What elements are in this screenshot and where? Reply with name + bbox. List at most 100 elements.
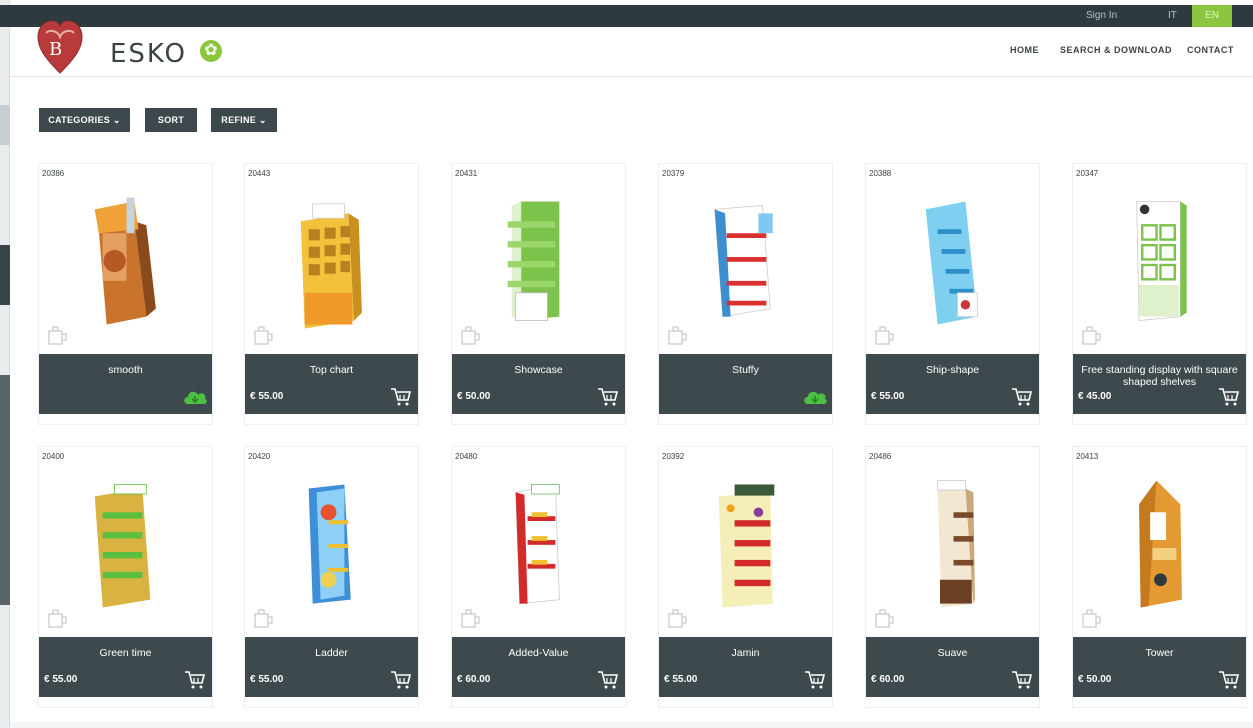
cart-icon[interactable] xyxy=(597,670,619,690)
product-image[interactable] xyxy=(886,180,1021,350)
product-title[interactable]: smooth xyxy=(47,364,204,376)
product-price: € 55.00 xyxy=(250,674,284,685)
product-price: € 50.00 xyxy=(1078,674,1112,685)
cart-icon[interactable] xyxy=(804,670,826,690)
next-row-edge xyxy=(10,722,1253,728)
compare-icon[interactable] xyxy=(253,324,275,346)
product-image[interactable] xyxy=(679,463,814,633)
svg-text:B: B xyxy=(49,39,62,60)
product-info-bar: Ladder € 55.00 xyxy=(245,637,418,697)
compare-icon[interactable] xyxy=(874,324,896,346)
cart-icon[interactable] xyxy=(390,387,412,407)
top-bar: Sign In IT EN xyxy=(0,5,1253,27)
cloud-download-icon[interactable] xyxy=(802,388,828,406)
product-image[interactable] xyxy=(265,180,400,350)
product-image[interactable] xyxy=(1093,463,1228,633)
cart-icon[interactable] xyxy=(1218,387,1240,407)
cart-icon[interactable] xyxy=(184,670,206,690)
cart-icon[interactable] xyxy=(1218,670,1240,690)
product-id: 20386 xyxy=(42,169,65,178)
product-info-bar: Ship-shape € 55.00 xyxy=(866,354,1039,414)
product-title[interactable]: Added-Value xyxy=(460,647,617,659)
cart-icon[interactable] xyxy=(1011,670,1033,690)
compare-icon[interactable] xyxy=(1081,607,1103,629)
cart-icon[interactable] xyxy=(597,387,619,407)
product-card[interactable]: 20386 smooth xyxy=(38,163,213,425)
compare-icon[interactable] xyxy=(1081,324,1103,346)
product-image[interactable] xyxy=(59,463,194,633)
product-card[interactable]: 20486 Suave € 60.00 xyxy=(865,446,1040,708)
heart-logo-icon[interactable]: B xyxy=(36,19,84,75)
product-card[interactable]: 20379 Stuffy xyxy=(658,163,833,425)
compare-icon[interactable] xyxy=(47,324,69,346)
product-title[interactable]: Jamin xyxy=(667,647,824,659)
page: Sign In IT EN B ESKO ✿ HOME SEARCH & DOW… xyxy=(0,0,1253,728)
product-card[interactable]: 20388 Ship-shape € 55.00 xyxy=(865,163,1040,425)
sort-button[interactable]: SORT xyxy=(145,108,197,132)
product-id: 20443 xyxy=(248,169,271,178)
product-card[interactable]: 20480 Added-Value € 60.00 xyxy=(451,446,626,708)
product-id: 20379 xyxy=(662,169,685,178)
product-image[interactable] xyxy=(1093,180,1228,350)
brand-name[interactable]: ESKO xyxy=(110,39,187,69)
categories-dropdown-button[interactable]: CATEGORIES ⌄ xyxy=(39,108,130,132)
compare-icon[interactable] xyxy=(47,607,69,629)
product-card[interactable]: 20431 Showcase € 50.00 xyxy=(451,163,626,425)
language-en-link[interactable]: EN xyxy=(1192,5,1232,27)
product-title[interactable]: Tower xyxy=(1081,647,1238,659)
product-card[interactable]: 20400 Green time € 55.00 xyxy=(38,446,213,708)
product-id: 20392 xyxy=(662,452,685,461)
product-price: € 55.00 xyxy=(250,391,284,402)
product-id: 20400 xyxy=(42,452,65,461)
compare-icon[interactable] xyxy=(667,607,689,629)
product-info-bar: Top chart € 55.00 xyxy=(245,354,418,414)
product-image[interactable] xyxy=(472,463,607,633)
compare-icon[interactable] xyxy=(460,324,482,346)
product-title[interactable]: Top chart xyxy=(253,364,410,376)
product-id: 20431 xyxy=(455,169,478,178)
compare-icon[interactable] xyxy=(253,607,275,629)
brand-star-icon: ✿ xyxy=(200,40,222,62)
product-title[interactable]: Stuffy xyxy=(667,364,824,376)
product-title[interactable]: Free standing display with square shaped… xyxy=(1081,364,1238,388)
nav-home[interactable]: HOME xyxy=(1010,45,1039,55)
product-image[interactable] xyxy=(59,180,194,350)
product-title[interactable]: Showcase xyxy=(460,364,617,376)
product-price: € 55.00 xyxy=(664,674,698,685)
product-title[interactable]: Suave xyxy=(874,647,1031,659)
product-image[interactable] xyxy=(679,180,814,350)
product-id: 20480 xyxy=(455,452,478,461)
product-image[interactable] xyxy=(886,463,1021,633)
cloud-download-icon[interactable] xyxy=(182,388,208,406)
product-card[interactable]: 20420 Ladder € 55.00 xyxy=(244,446,419,708)
product-image[interactable] xyxy=(472,180,607,350)
product-info-bar: Free standing display with square shaped… xyxy=(1073,354,1246,414)
product-card[interactable]: 20347 Free standing display with square s… xyxy=(1072,163,1247,425)
compare-icon[interactable] xyxy=(460,607,482,629)
language-it-link[interactable]: IT xyxy=(1168,10,1177,21)
refine-dropdown-button[interactable]: REFINE ⌄ xyxy=(211,108,277,132)
sign-in-link[interactable]: Sign In xyxy=(1086,10,1117,21)
product-id: 20388 xyxy=(869,169,892,178)
product-price: € 50.00 xyxy=(457,391,491,402)
product-card[interactable]: 20443 Top chart € 55.00 xyxy=(244,163,419,425)
product-price: € 55.00 xyxy=(44,674,78,685)
compare-icon[interactable] xyxy=(874,607,896,629)
product-info-bar: smooth xyxy=(39,354,212,414)
compare-icon[interactable] xyxy=(667,324,689,346)
product-title[interactable]: Ladder xyxy=(253,647,410,659)
nav-contact[interactable]: CONTACT xyxy=(1187,45,1234,55)
product-title[interactable]: Green time xyxy=(47,647,204,659)
cart-icon[interactable] xyxy=(1011,387,1033,407)
nav-search-download[interactable]: SEARCH & DOWNLOAD xyxy=(1060,45,1172,55)
product-image[interactable] xyxy=(265,463,400,633)
product-id: 20413 xyxy=(1076,452,1099,461)
product-price: € 60.00 xyxy=(871,674,905,685)
product-info-bar: Added-Value € 60.00 xyxy=(452,637,625,697)
cart-icon[interactable] xyxy=(390,670,412,690)
product-card[interactable]: 20413 Tower € 50.00 xyxy=(1072,446,1247,708)
product-title[interactable]: Ship-shape xyxy=(874,364,1031,376)
product-card[interactable]: 20392 Jamin € 55.00 xyxy=(658,446,833,708)
product-info-bar: Suave € 60.00 xyxy=(866,637,1039,697)
product-info-bar: Showcase € 50.00 xyxy=(452,354,625,414)
